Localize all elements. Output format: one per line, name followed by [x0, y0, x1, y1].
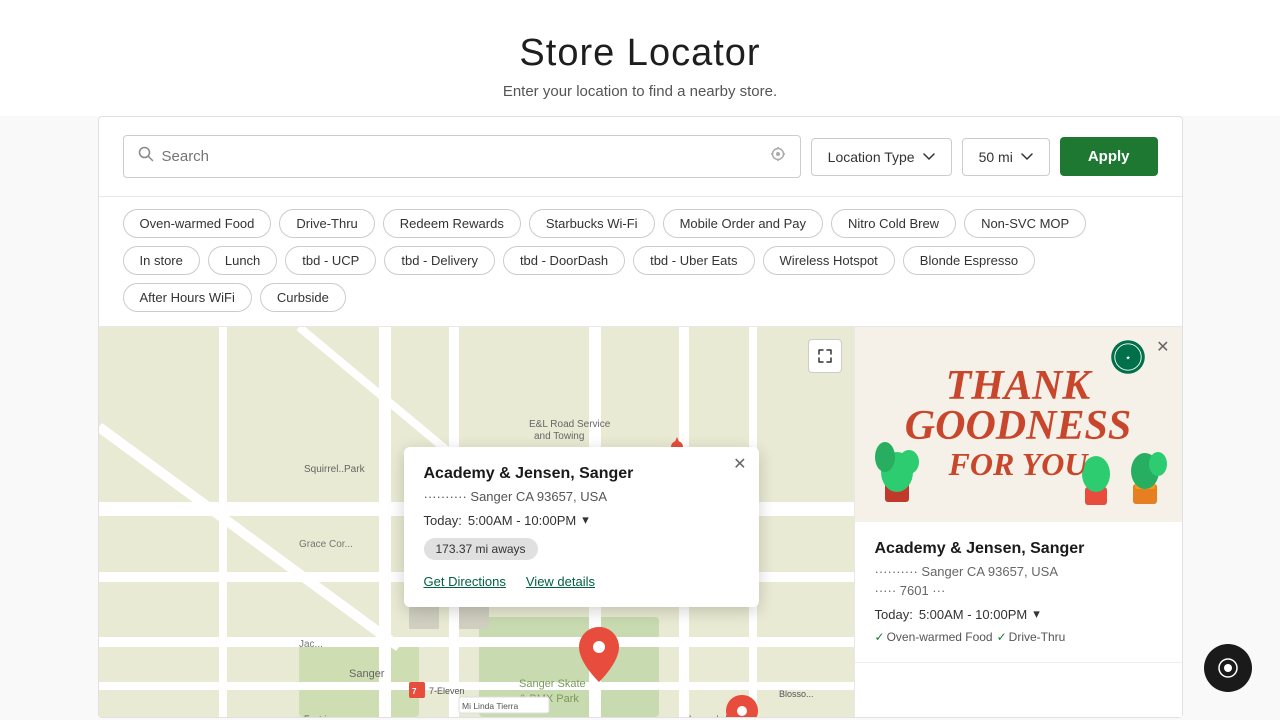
- svg-text:Fastrip: Fastrip: [304, 714, 332, 717]
- map-popup-close-button[interactable]: ✕: [733, 457, 746, 473]
- svg-text:★: ★: [1125, 355, 1130, 361]
- chevron-down-icon-2: [1021, 153, 1033, 161]
- filter-tag-2[interactable]: Redeem Rewards: [383, 209, 521, 238]
- popup-store-name: Academy & Jensen, Sanger: [424, 465, 739, 483]
- popup-hours: Today: 5:00AM - 10:00PM ▾: [424, 512, 739, 528]
- filter-tag-6[interactable]: Non-SVC MOP: [964, 209, 1086, 238]
- map-expand-button[interactable]: [808, 339, 842, 373]
- promo-banner: ✕ ★: [855, 327, 1182, 522]
- filter-tag-15[interactable]: After Hours WiFi: [123, 283, 252, 312]
- feature-oven-food: ✓Oven-warmed Food: [875, 630, 993, 644]
- search-row: Location Type 50 mi Apply: [99, 117, 1182, 197]
- store-card-address: ·········· Sanger CA 93657, USA: [875, 564, 1162, 579]
- content-area: Sanger Skate & BMX Park Cesar Chavez Par…: [99, 327, 1182, 717]
- filter-tag-12[interactable]: tbd - Uber Eats: [633, 246, 754, 275]
- store-card-features: ✓Oven-warmed Food ✓Drive-Thru: [875, 630, 1162, 644]
- expand-icon: [817, 348, 833, 364]
- page-subtitle: Enter your location to find a nearby sto…: [0, 83, 1280, 100]
- store-card-hours-chevron-icon[interactable]: ▾: [1033, 606, 1040, 622]
- popup-address: ·········· Sanger CA 93657, USA: [424, 489, 739, 504]
- feature-drive-thru: ✓Drive-Thru: [997, 630, 1066, 644]
- svg-text:Sanger: Sanger: [349, 668, 385, 680]
- promo-text: THANK GOODNESS FOR YOU: [905, 367, 1131, 482]
- svg-text:Squirrel..Park: Squirrel..Park: [304, 464, 366, 475]
- page-title: Store Locator: [0, 32, 1280, 75]
- svg-text:E&L Road Service: E&L Road Service: [529, 419, 611, 430]
- filter-tag-10[interactable]: tbd - Delivery: [384, 246, 495, 275]
- filter-tag-13[interactable]: Wireless Hotspot: [763, 246, 895, 275]
- store-card-phone: ····· 7601 ···: [875, 583, 1162, 598]
- filter-tag-8[interactable]: Lunch: [208, 246, 277, 275]
- filter-tag-3[interactable]: Starbucks Wi-Fi: [529, 209, 655, 238]
- search-input[interactable]: [162, 148, 762, 165]
- promo-close-button[interactable]: ✕: [1156, 337, 1169, 357]
- filter-tags-row: Oven-warmed FoodDrive-Thru Redeem Rewards…: [99, 197, 1182, 327]
- view-details-button[interactable]: View details: [526, 574, 595, 589]
- store-card: Academy & Jensen, Sanger ·········· Sang…: [855, 522, 1182, 663]
- map-popup: ✕ Academy & Jensen, Sanger ·········· Sa…: [404, 447, 759, 607]
- location-icon[interactable]: [770, 146, 786, 167]
- svg-text:Jac...: Jac...: [299, 639, 323, 650]
- filter-tag-7[interactable]: In store: [123, 246, 200, 275]
- get-directions-button[interactable]: Get Directions: [424, 574, 506, 589]
- svg-text:7-Eleven: 7-Eleven: [429, 686, 465, 696]
- store-sidebar: ✕ ★: [854, 327, 1182, 717]
- search-icon: [138, 146, 154, 167]
- filter-tag-11[interactable]: tbd - DoorDash: [503, 246, 625, 275]
- chat-icon: [1217, 657, 1239, 679]
- store-card-hours: Today: 5:00AM - 10:00PM ▾: [875, 606, 1162, 622]
- apply-button[interactable]: Apply: [1060, 137, 1158, 176]
- location-type-dropdown[interactable]: Location Type: [811, 138, 952, 176]
- store-card-name: Academy & Jensen, Sanger: [875, 540, 1162, 558]
- svg-text:Grace Cor...: Grace Cor...: [299, 539, 353, 550]
- filter-tag-4[interactable]: Mobile Order and Pay: [663, 209, 823, 238]
- chat-button[interactable]: [1204, 644, 1252, 692]
- svg-text:Blosso...: Blosso...: [779, 689, 814, 699]
- map-area: Sanger Skate & BMX Park Cesar Chavez Par…: [99, 327, 854, 717]
- hours-chevron-icon[interactable]: ▾: [582, 512, 589, 528]
- chevron-down-icon: [923, 153, 935, 161]
- filter-tag-0[interactable]: Oven-warmed Food: [123, 209, 272, 238]
- filter-tag-16[interactable]: Curbside: [260, 283, 346, 312]
- filter-tag-5[interactable]: Nitro Cold Brew: [831, 209, 956, 238]
- svg-text:Sanger Skate: Sanger Skate: [519, 678, 586, 690]
- filter-tag-9[interactable]: tbd - UCP: [285, 246, 376, 275]
- filter-tag-1[interactable]: Drive-Thru: [279, 209, 374, 238]
- svg-text:Mi Linda Tierra: Mi Linda Tierra: [462, 701, 518, 711]
- filter-tag-14[interactable]: Blonde Espresso: [903, 246, 1035, 275]
- popup-distance-badge: 173.37 mi aways: [424, 538, 538, 560]
- popup-actions: Get Directions View details: [424, 574, 739, 589]
- distance-dropdown[interactable]: 50 mi: [962, 138, 1050, 176]
- search-input-wrapper: [123, 135, 801, 178]
- svg-text:and Towing: and Towing: [534, 431, 584, 442]
- svg-text:7: 7: [412, 687, 417, 696]
